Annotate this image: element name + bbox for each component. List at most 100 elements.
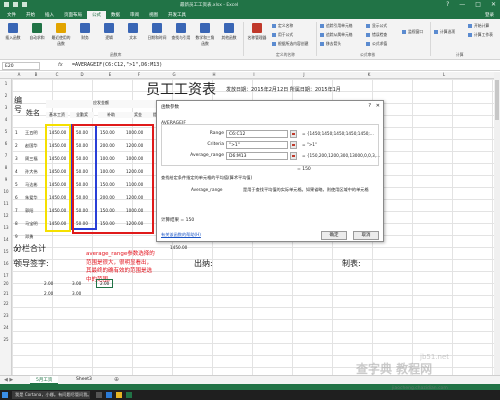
use-in-formula-button[interactable]: 用于公式 [272,32,293,38]
formula-input[interactable]: =AVERAGEIF(C6:C12,">1",D6:M13) [72,62,162,68]
dialog-help-button[interactable]: ? [368,103,371,109]
sheet-tab[interactable]: Sheet3 [70,376,98,384]
subtotal-value[interactable]: 1450.00 [170,245,187,250]
tab-data[interactable]: 数据 [106,11,125,19]
maximize-button[interactable]: □ [475,1,481,8]
range-select-icon[interactable] [290,152,297,160]
row-header[interactable]: 25 [0,337,12,342]
column-header[interactable]: B [26,72,46,77]
watch-window-button[interactable]: 监视窗口 [402,29,423,35]
ok-button[interactable]: 确定 [321,231,347,240]
remove-arrows-button[interactable]: 移去箭头 [320,41,341,47]
row-header[interactable]: 9 [0,177,12,182]
column-header[interactable]: E [96,72,124,77]
row-header[interactable]: 16 [0,261,12,266]
employee-name[interactable]: 周三福 [25,156,38,162]
range-input[interactable]: C6:C12 [226,130,288,138]
column-header[interactable]: G [154,72,194,77]
tab-formulas[interactable]: 公式 [87,11,106,19]
tab-page-layout[interactable]: 页面布局 [59,11,87,19]
tab-review[interactable]: 审阅 [125,11,144,19]
row-header[interactable]: 20 [0,281,12,286]
lookup-button[interactable]: 查找与引用 [170,23,192,41]
calc-options-button[interactable]: 计算选项 [434,29,455,35]
trace-precedents-button[interactable]: 追踪引用单元格 [320,23,353,29]
row-header[interactable]: 8 [0,165,12,170]
name-manager-button[interactable]: 名称管理器 [246,23,268,41]
math-trig-button[interactable]: 数学和三角函数 [194,23,216,47]
name-box[interactable]: E20 [2,62,40,70]
cortana-search-box[interactable]: 我是 Cortana，小娜。有问题尽管问我。 [12,391,92,399]
windows-start-icon[interactable] [2,392,8,398]
employee-name[interactable]: 王五明 [25,130,38,136]
logical-button[interactable]: 逻辑 [98,23,120,41]
row-header[interactable]: 12 [0,213,12,218]
more-functions-button[interactable]: 其他函数 [218,23,240,41]
employee-name[interactable]: 马宝明 [25,221,38,227]
employee-name[interactable]: 朱爱华 [25,195,38,201]
average-range-input[interactable]: D6:M13 [226,152,288,160]
tab-developer[interactable]: 开发工具 [163,11,191,19]
row-header[interactable]: 13 [0,225,12,230]
employee-name[interactable]: 郭阳 [25,208,33,214]
row-header[interactable]: 21 [0,291,12,296]
employee-name[interactable]: 赵国华 [25,143,38,149]
column-header[interactable]: J [274,72,334,77]
sign-in-link[interactable]: 登录 [480,11,500,19]
row-header[interactable]: 5 [0,129,12,134]
close-button[interactable]: ✕ [491,1,496,8]
dialog-close-button[interactable]: ✕ [376,103,380,109]
criteria-input[interactable]: ">1" [226,141,288,149]
explorer-icon[interactable] [116,392,122,398]
edge-icon[interactable] [106,392,112,398]
row-header[interactable]: 4 [0,117,12,122]
row-header[interactable]: 10 [0,189,12,194]
date-time-button[interactable]: 日期和时间 [146,23,168,41]
error-checking-button[interactable]: 错误检查 [366,32,387,38]
minimize-button[interactable]: — [459,1,465,8]
undo-icon[interactable] [13,2,18,7]
evaluate-formula-button[interactable]: 公式求值 [366,41,387,47]
tab-insert[interactable]: 插入 [40,11,59,19]
row-header[interactable]: 22 [0,301,12,306]
sheet-nav-arrows-icon[interactable]: ◀ ▶ [4,377,13,383]
tab-home[interactable]: 开始 [21,11,40,19]
sheet-tab[interactable]: 5月工资 [30,376,59,384]
row-header[interactable]: 17 [0,273,12,278]
row-header[interactable]: 24 [0,325,12,330]
cancel-button[interactable]: 取消 [353,231,379,240]
help-button[interactable]: ? [446,1,449,8]
insert-function-button[interactable]: 插入函数 [2,23,24,41]
financial-button[interactable]: 财务 [74,23,96,41]
show-formulas-button[interactable]: 显示公式 [366,23,387,29]
range-select-icon[interactable] [290,130,297,138]
row-header[interactable]: 3 [0,105,12,110]
function-help-link[interactable]: 有关该函数的帮助(H) [161,232,201,238]
create-from-selection-button[interactable]: 根据所选内容创建 [272,41,308,47]
column-header[interactable]: L [404,72,484,77]
value-cell[interactable]: 3.00 [72,281,81,286]
column-header[interactable]: D [70,72,94,77]
column-header[interactable]: H [194,72,234,77]
redo-icon[interactable] [22,2,27,7]
column-header[interactable]: F [124,72,154,77]
calc-sheet-button[interactable]: 计算工作表 [468,32,493,38]
selected-cell[interactable]: 2.00 [96,279,114,288]
row-header[interactable]: 6 [0,141,12,146]
text-button[interactable]: 文本 [122,23,144,41]
column-header[interactable]: K [334,72,404,77]
employee-name[interactable]: 马达彬 [25,182,38,188]
calc-now-button[interactable]: 开始计算 [468,23,489,29]
add-sheet-icon[interactable]: ⊕ [114,376,119,383]
fx-icon[interactable]: fx [58,62,63,68]
column-header[interactable]: C [46,72,68,77]
value-cell[interactable]: 2.00 [44,281,53,286]
employee-name[interactable]: 孙大伟 [25,169,38,175]
row-header[interactable]: 1 [0,81,12,86]
row-header[interactable]: 14 [0,237,12,242]
recent-functions-button[interactable]: 最近使用的函数 [50,23,72,47]
range-select-icon[interactable] [290,141,297,149]
scroll-thumb[interactable] [495,80,499,120]
quick-access-toolbar[interactable] [4,2,27,7]
row-header[interactable]: 2 [0,93,12,98]
